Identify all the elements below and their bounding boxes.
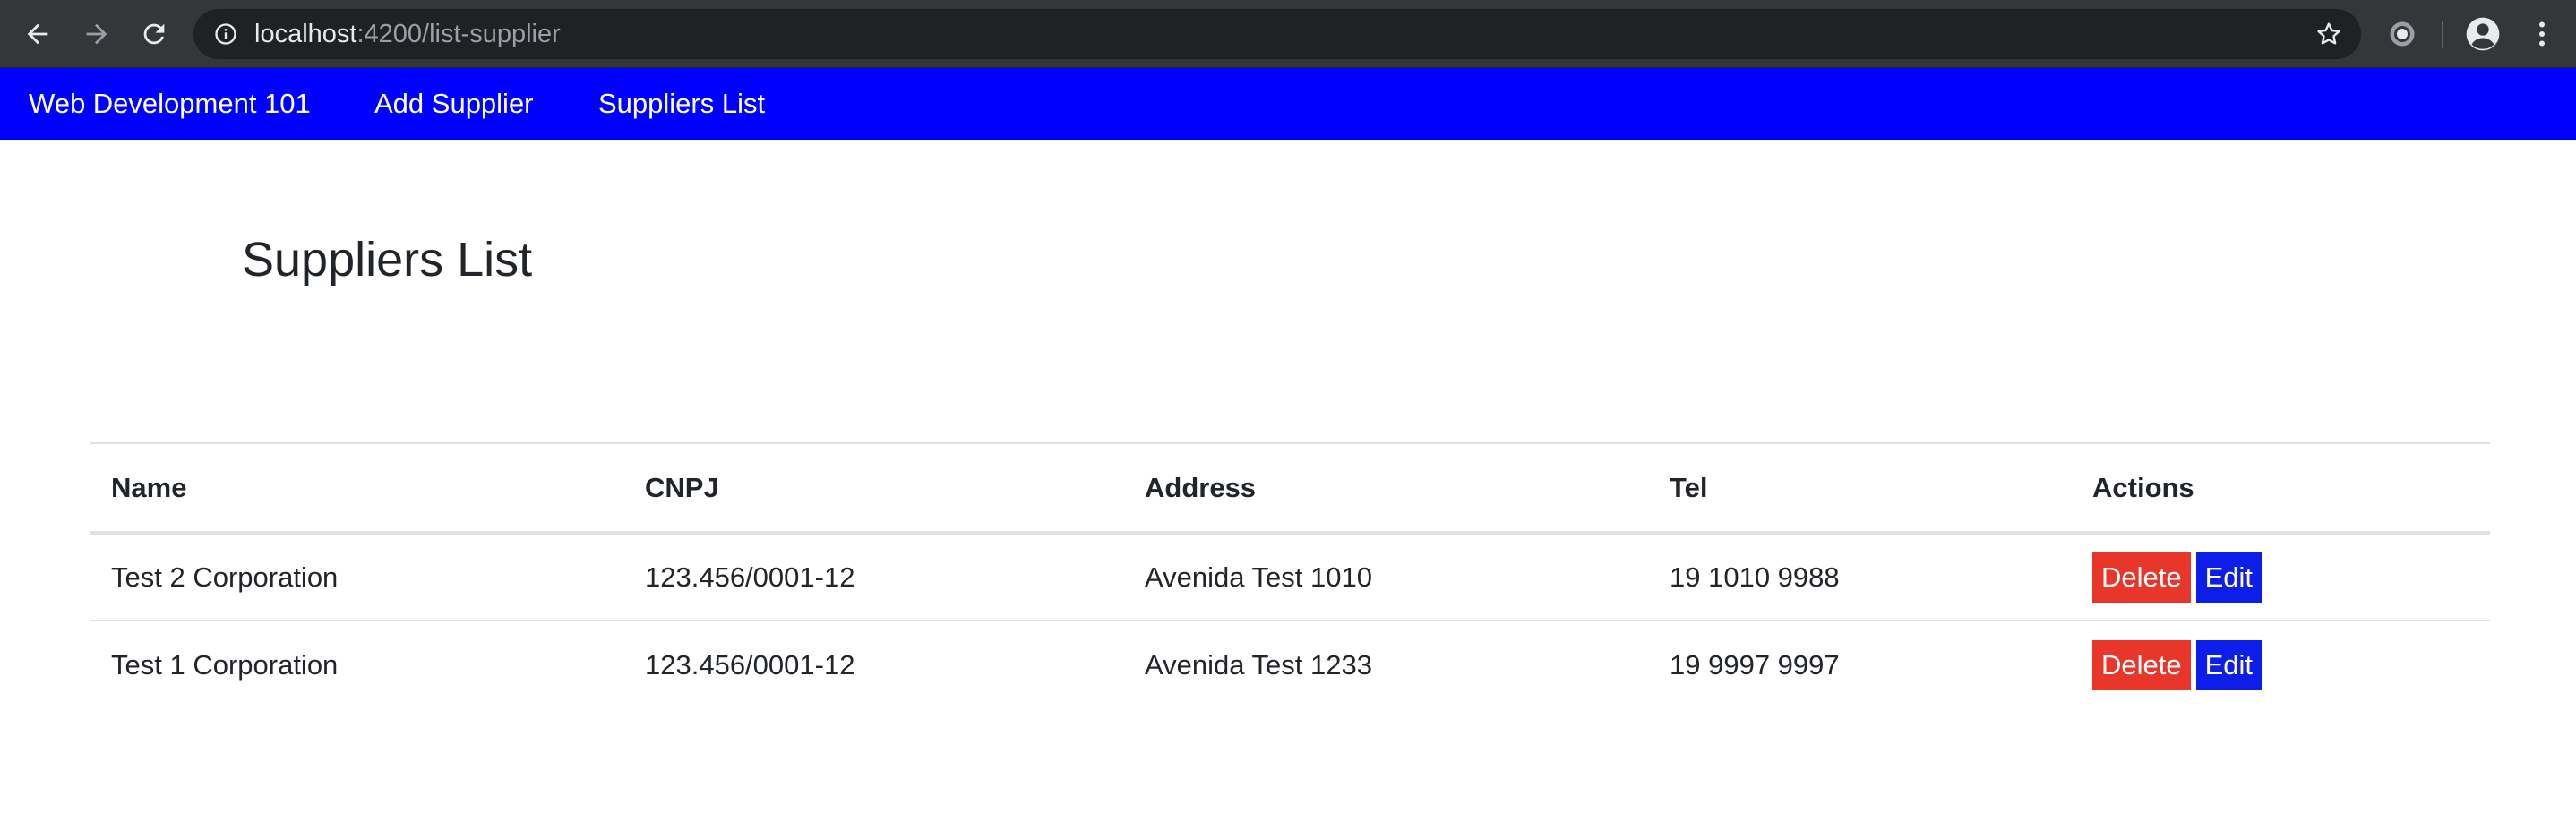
info-icon[interactable] [213,21,238,47]
reload-icon[interactable] [136,16,172,52]
cell-address: Avenida Test 1010 [1145,561,1372,593]
delete-button[interactable]: Delete [2092,552,2191,603]
cell-address: Avenida Test 1233 [1145,648,1372,681]
cell-name: Test 1 Corporation [111,648,339,681]
forward-arrow-icon[interactable] [79,16,115,52]
column-header-address: Address [1145,471,1257,503]
edit-button[interactable]: Edit [2195,639,2263,690]
navbar-brand[interactable]: Web Development 101 [29,68,311,140]
table-header: Name CNPJ Address Tel Actions [90,443,2490,533]
cell-cnpj: 123.456/0001-12 [645,648,855,681]
star-icon[interactable] [2314,20,2343,48]
table-body: Test 2 Corporation 123.456/0001-12 Aveni… [90,533,2490,708]
menu-icon[interactable] [2526,18,2558,50]
edit-button[interactable]: Edit [2195,552,2263,603]
toolbar-divider [2442,21,2443,48]
nav-link-add-supplier[interactable]: Add Supplier [374,68,534,140]
delete-button[interactable]: Delete [2092,639,2191,690]
column-header-cnpj: CNPJ [645,471,719,503]
cell-name: Test 2 Corporation [111,561,339,593]
back-arrow-icon[interactable] [20,16,56,52]
cell-cnpj: 123.456/0001-12 [645,561,855,593]
navbar: Web Development 101 Add Supplier Supplie… [0,68,2576,140]
browser-toolbar: localhost:4200/list-supplier [0,0,2576,68]
url-path: :4200/list-supplier [356,20,561,48]
extension-icon[interactable] [2386,18,2418,50]
column-header-name: Name [111,471,187,503]
column-header-tel: Tel [1670,471,1708,503]
column-header-actions: Actions [2092,471,2194,503]
url-host: localhost [254,20,357,48]
suppliers-table: Name CNPJ Address Tel Actions Test 2 Cor… [90,442,2490,708]
cell-tel: 19 1010 9988 [1670,561,1840,593]
cell-actions: Delete Edit [2071,533,2490,621]
table-header-row: Name CNPJ Address Tel Actions [90,443,2490,533]
url-text: localhost:4200/list-supplier [254,20,561,48]
address-bar[interactable]: localhost:4200/list-supplier [193,9,2361,59]
table-row: Test 2 Corporation 123.456/0001-12 Aveni… [90,533,2490,621]
cell-tel: 19 9997 9997 [1670,648,1840,681]
cell-actions: Delete Edit [2071,621,2490,708]
table-row: Test 1 Corporation 123.456/0001-12 Aveni… [90,621,2490,708]
profile-icon[interactable] [2465,16,2501,52]
nav-link-suppliers-list[interactable]: Suppliers List [598,68,765,140]
page-title: Suppliers List [242,233,533,287]
